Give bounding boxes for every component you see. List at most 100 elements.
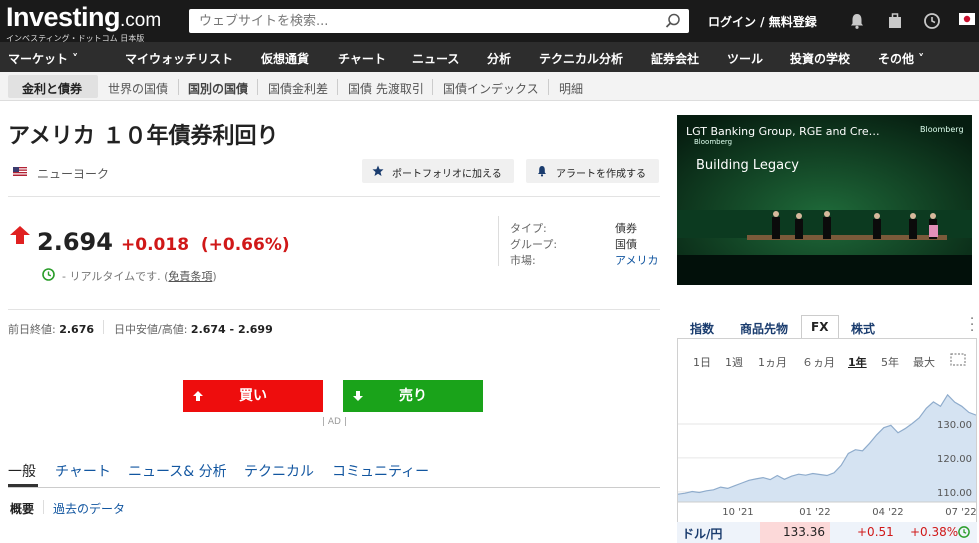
x-tick-label: 01 '22	[799, 507, 830, 518]
tabs-underline	[8, 487, 660, 488]
create-alert-button[interactable]: アラートを作成する	[526, 159, 659, 183]
nav-education[interactable]: 投資の学校	[790, 50, 850, 67]
y-tick-label: 110.00	[937, 488, 972, 499]
period-1d[interactable]: 1日	[693, 354, 711, 370]
tab-technical[interactable]: テクニカル	[244, 461, 314, 481]
info-group-label: グループ:	[510, 238, 558, 251]
day-range-label: 日中安値/高値:	[114, 323, 188, 336]
info-market-value[interactable]: アメリカ	[615, 252, 658, 268]
period-6m[interactable]: ６ヵ月	[802, 354, 835, 370]
price-change-percent: (+0.66%)	[200, 235, 290, 255]
login-link[interactable]: ログイン / 無料登録	[708, 13, 817, 30]
nav-charts[interactable]: チャート	[338, 50, 386, 67]
fx-chart-box: 1日 1週 1ヵ月 ６ヵ月 1年 5年 最大 110.00 120.00 130.0…	[677, 338, 977, 523]
logo-domain-text: .com	[120, 10, 162, 31]
realtime-note: - リアルタイムです. (免責条項)	[62, 268, 217, 284]
top-bar: Investing.com インベスティング・ドットコム 日本版 ログイン / …	[0, 0, 979, 44]
tab-community[interactable]: コミュニティー	[332, 461, 429, 481]
sub-nav: 金利と債券 世界の国債 国別の国債 国債金利差 国債 先渡取引 国債インデックス…	[0, 72, 979, 101]
portfolio-button-label: ポートフォリオに加える	[392, 169, 502, 180]
period-1y[interactable]: 1年	[848, 354, 867, 370]
nav-watchlist[interactable]: マイウォッチリスト	[125, 50, 233, 67]
y-tick-label: 120.00	[937, 454, 972, 465]
subnav-bond-futures[interactable]: 国債 先渡取引	[348, 80, 424, 97]
more-options-icon[interactable]: · · ·	[970, 313, 974, 338]
subtab-overview[interactable]: 概要	[10, 500, 34, 517]
sell-arrow-icon	[353, 391, 363, 401]
subnav-bond-indices[interactable]: 国債インデックス	[443, 80, 539, 97]
chart-area-fill	[678, 394, 976, 502]
info-type-label: タイプ:	[510, 222, 547, 235]
subnav-bond-spreads[interactable]: 国債金利差	[268, 80, 328, 97]
disclaimer-link[interactable]: 免責条項	[168, 270, 212, 283]
subnav-rates-bonds[interactable]: 金利と債券	[22, 80, 82, 97]
expand-chart-icon[interactable]	[950, 352, 966, 366]
nav-tools[interactable]: ツール	[727, 50, 763, 67]
page-title: アメリカ １０年債券利回り	[8, 124, 279, 149]
info-divider	[498, 216, 499, 266]
nav-more[interactable]: その他 ˅	[878, 50, 924, 67]
nav-crypto[interactable]: 仮想通貨	[261, 50, 309, 67]
tab-general[interactable]: 一般	[8, 461, 36, 481]
buy-button[interactable]: 買い	[183, 380, 323, 412]
add-to-portfolio-button[interactable]: ポートフォリオに加える	[362, 159, 514, 183]
logo-main-text: Investing	[6, 2, 121, 32]
subtab-historical[interactable]: 過去のデータ	[53, 500, 125, 517]
sell-button-label: 売り	[399, 388, 427, 404]
clock-green-icon	[42, 268, 55, 281]
clock-icon[interactable]	[923, 12, 941, 30]
period-1m[interactable]: 1ヵ月	[758, 354, 787, 370]
subnav-world-bonds[interactable]: 世界の国債	[108, 80, 168, 97]
subnav-country-bonds[interactable]: 国別の国債	[188, 80, 248, 97]
fx-area-chart[interactable]: 110.00 120.00 130.00 10 '21 01 '22 04 '22 07 …	[678, 384, 976, 522]
period-5y[interactable]: 5年	[881, 354, 899, 370]
subnav-separator	[257, 79, 258, 95]
tab-commodities[interactable]: 商品先物	[740, 320, 788, 337]
prev-close: 前日終値: 2.676	[8, 321, 94, 337]
tab-indices[interactable]: 指数	[690, 320, 714, 337]
japan-flag-icon[interactable]	[959, 13, 975, 25]
period-1w[interactable]: 1週	[725, 354, 743, 370]
video-source-logo: Bloomberg	[920, 125, 964, 134]
tab-chart[interactable]: チャート	[55, 461, 111, 481]
subnav-separator	[337, 79, 338, 95]
tab-fx[interactable]: FX	[811, 320, 828, 334]
nav-brokers[interactable]: 証券会社	[651, 50, 699, 67]
sell-button[interactable]: 売り	[343, 380, 483, 412]
video-source-label: Bloomberg	[694, 138, 733, 146]
tab-stocks[interactable]: 株式	[851, 320, 875, 337]
site-logo[interactable]: Investing.com インベスティング・ドットコム 日本版	[6, 2, 161, 44]
quote-name[interactable]: ドル/円	[682, 525, 722, 542]
x-tick-label: 10 '21	[722, 507, 753, 518]
nav-analysis[interactable]: 分析	[487, 50, 511, 67]
market-widget-tabs: 指数 商品先物 FX 株式 · · ·	[677, 313, 977, 339]
x-tick-label: 04 '22	[872, 507, 903, 518]
buy-arrow-icon	[193, 391, 203, 401]
section-divider	[8, 309, 660, 310]
info-type-value: 債券	[615, 222, 637, 235]
nav-technical[interactable]: テクニカル分析	[539, 50, 623, 67]
buy-button-label: 買い	[239, 388, 267, 404]
clock-green-icon	[958, 526, 970, 538]
stat-divider	[103, 320, 104, 334]
prev-close-label: 前日終値:	[8, 323, 56, 336]
search-box	[189, 9, 689, 33]
fx-quote-row[interactable]: ドル/円 133.36 +0.51 +0.38%	[677, 522, 977, 543]
video-title: LGT Banking Group, RGE and Cre…	[686, 125, 880, 138]
nav-markets[interactable]: マーケット ˅	[8, 50, 78, 67]
period-max[interactable]: 最大	[913, 354, 935, 370]
video-player[interactable]: LGT Banking Group, RGE and Cre… Bloomber…	[677, 115, 972, 285]
tab-news-analysis[interactable]: ニュース& 分析	[128, 461, 227, 481]
ad-label: | AD |	[322, 417, 347, 427]
price-change-value: +0.018	[121, 235, 190, 255]
info-market-label: 市場:	[510, 254, 536, 267]
search-input[interactable]	[189, 9, 649, 33]
bell-icon[interactable]	[848, 12, 866, 30]
briefcase-icon[interactable]	[886, 12, 904, 30]
search-icon[interactable]	[665, 13, 681, 29]
us-flag-icon	[13, 167, 27, 176]
section-divider	[8, 196, 660, 197]
nav-news[interactable]: ニュース	[412, 50, 459, 67]
subnav-details[interactable]: 明細	[559, 80, 583, 97]
alert-button-label: アラートを作成する	[556, 169, 646, 180]
